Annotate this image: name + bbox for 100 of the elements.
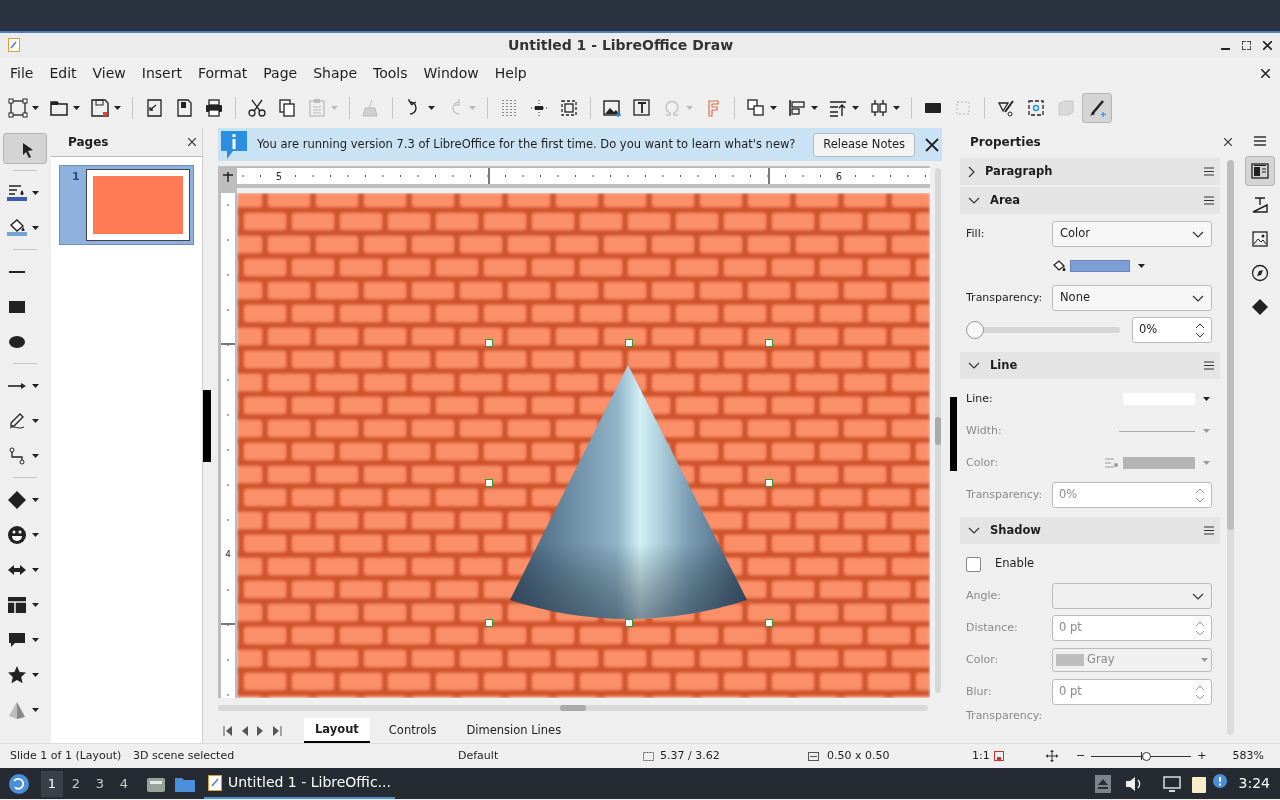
selection-handle[interactable] <box>485 479 493 487</box>
caret-icon[interactable] <box>32 190 39 195</box>
close-icon[interactable] <box>925 137 939 152</box>
checkbox[interactable] <box>966 556 981 572</box>
zoom-out-button[interactable]: − <box>1076 747 1086 765</box>
folder-icon[interactable] <box>49 98 69 118</box>
section-header[interactable]: Area <box>960 187 1220 214</box>
selection-handle[interactable] <box>765 619 773 627</box>
page-thumbnail[interactable] <box>85 169 190 241</box>
menu-item[interactable]: Window <box>417 62 485 84</box>
caret-icon[interactable] <box>852 106 859 110</box>
selection-handle[interactable] <box>765 339 773 347</box>
scrollbar-thumb[interactable] <box>1226 160 1234 530</box>
caret-icon[interactable] <box>811 106 818 110</box>
chevron-down-icon[interactable] <box>1192 294 1204 302</box>
print-icon[interactable] <box>204 98 224 118</box>
last-icon[interactable] <box>273 725 282 736</box>
smiley-icon[interactable] <box>7 524 27 545</box>
caret-icon[interactable] <box>32 532 39 537</box>
workspace-button[interactable]: 1 <box>41 770 63 797</box>
menu-item[interactable]: File <box>4 62 40 84</box>
zoom-fit-icon[interactable] <box>559 98 579 118</box>
zoom-in-button[interactable]: + <box>1197 747 1207 765</box>
menu-item[interactable]: Page <box>257 62 304 84</box>
close-icon[interactable] <box>1224 138 1232 146</box>
vertical-scrollbar[interactable] <box>934 168 941 693</box>
caret-icon[interactable] <box>893 106 900 110</box>
selection-handle[interactable] <box>485 619 493 627</box>
page-thumbnail-row[interactable]: 1 <box>59 165 194 245</box>
caret-icon[interactable] <box>32 453 39 458</box>
dropdown[interactable]: Color <box>1052 221 1212 247</box>
menu-item[interactable]: Tools <box>367 62 414 84</box>
section-header[interactable]: Paragraph <box>960 158 1220 185</box>
export-icon[interactable] <box>144 98 164 118</box>
flowchart-icon[interactable] <box>7 594 27 615</box>
pdf-export-icon[interactable] <box>174 98 194 118</box>
selection-handle[interactable] <box>485 339 493 347</box>
pointer-tool[interactable] <box>3 133 47 164</box>
workspace-button[interactable]: 2 <box>65 770 87 797</box>
diamond-icon[interactable] <box>7 489 27 510</box>
diamond-icon[interactable] <box>1251 298 1269 316</box>
caret-icon[interactable] <box>32 418 39 423</box>
close-document-icon[interactable] <box>1261 68 1270 78</box>
paint-bucket-icon[interactable] <box>7 217 27 238</box>
transform-icon[interactable] <box>746 98 766 118</box>
volume-icon[interactable] <box>1124 775 1143 792</box>
clipboard-icon[interactable] <box>1190 774 1207 793</box>
pen-icon[interactable] <box>996 98 1016 118</box>
menu-item[interactable]: Help <box>488 62 533 84</box>
glue-point-icon[interactable] <box>1026 98 1046 118</box>
menu-item[interactable]: Format <box>191 62 254 84</box>
layer-tab[interactable]: Layout <box>304 718 370 743</box>
selection-handle[interactable] <box>765 479 773 487</box>
collapse-handle[interactable] <box>203 389 211 462</box>
first-icon[interactable] <box>223 725 232 736</box>
workspace-button[interactable]: 4 <box>113 770 135 797</box>
points-icon[interactable] <box>8 98 28 118</box>
image-icon[interactable] <box>602 98 622 118</box>
layer-tab[interactable]: Dimension Lines <box>455 718 573 743</box>
next-icon[interactable] <box>257 725 264 736</box>
move-icon[interactable] <box>1046 750 1058 762</box>
scissors-icon[interactable] <box>247 98 267 118</box>
layer-tab[interactable]: Controls <box>377 718 448 743</box>
scrollbar-thumb[interactable] <box>934 416 941 445</box>
caret-icon[interactable] <box>32 383 39 388</box>
paint-bucket-icon[interactable] <box>1052 259 1066 273</box>
menu-icon[interactable] <box>1204 196 1214 205</box>
slider-thumb[interactable] <box>966 321 984 339</box>
scrollbar-thumb[interactable] <box>560 705 586 711</box>
save-icon[interactable] <box>90 98 110 118</box>
chevron-down-icon[interactable] <box>1192 230 1204 238</box>
selection-handle[interactable] <box>625 619 633 627</box>
menu-icon[interactable] <box>1204 526 1214 535</box>
grid-icon[interactable] <box>499 98 519 118</box>
caret-icon[interactable] <box>1138 264 1145 268</box>
eject-icon[interactable] <box>1094 774 1111 793</box>
menu-icon[interactable] <box>1204 167 1214 176</box>
caret-icon[interactable] <box>428 106 435 110</box>
chevron-down-icon[interactable] <box>968 527 980 534</box>
caret-icon[interactable] <box>1203 397 1210 401</box>
compass-icon[interactable] <box>1251 264 1269 282</box>
chevron-right-icon[interactable] <box>968 165 975 178</box>
copy-icon[interactable] <box>277 98 297 118</box>
caret-icon[interactable] <box>32 225 39 230</box>
properties-icon[interactable] <box>1251 162 1269 180</box>
menu-item[interactable]: Insert <box>135 62 188 84</box>
section-header[interactable]: Line <box>960 352 1220 379</box>
chevron-down-icon[interactable] <box>968 197 980 204</box>
image-icon[interactable] <box>1251 230 1269 248</box>
network-icon[interactable] <box>1162 775 1181 792</box>
transparency-slider[interactable] <box>966 321 1120 339</box>
properties-deck-tab[interactable] <box>1245 156 1275 186</box>
collapse-handle[interactable] <box>950 396 957 471</box>
dropdown[interactable]: None <box>1052 285 1212 311</box>
text-style-icon[interactable] <box>1251 196 1269 214</box>
line-color-icon[interactable] <box>1105 457 1119 469</box>
caret-icon[interactable] <box>32 567 39 572</box>
unsaved-document-icon[interactable] <box>994 751 1004 761</box>
menu-item[interactable]: View <box>86 62 132 84</box>
spin-up-icon[interactable] <box>1195 322 1205 329</box>
